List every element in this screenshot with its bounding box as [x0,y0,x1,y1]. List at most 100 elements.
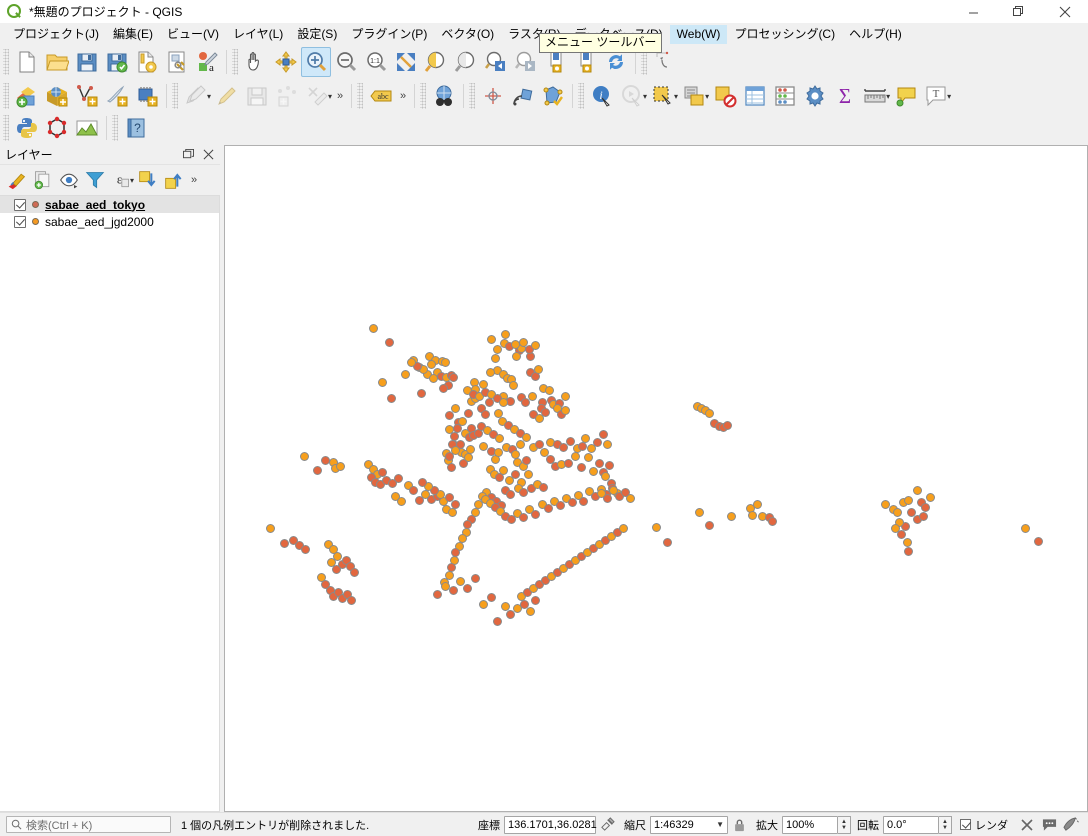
polygon-nodes-button[interactable] [42,113,72,143]
toolbar-grip[interactable] [578,83,585,109]
metasearch-button[interactable] [429,81,459,111]
add-delimited-text-button[interactable] [72,81,102,111]
chevron-down-icon[interactable]: ▾ [705,92,709,101]
style-manager-button[interactable]: a [192,47,222,77]
minimize-button[interactable] [950,0,996,24]
zoom-next-button[interactable] [511,47,541,77]
magnifier-input[interactable]: 100% [782,815,838,834]
geometry-check-button[interactable] [538,81,568,111]
map-canvas[interactable] [224,145,1088,812]
add-raster-layer-button[interactable] [42,81,72,111]
gps-information-button[interactable] [508,81,538,111]
toolbar-grip[interactable] [469,83,476,109]
deselect-features-button[interactable] [710,81,740,111]
toolbar-grip[interactable] [232,49,238,75]
pan-map-button[interactable] [241,47,271,77]
coordinate-input[interactable]: 136.1701,36.0281 [504,815,597,834]
menu-web[interactable]: Web(W) [669,24,728,44]
toolbar-grip[interactable] [3,83,9,109]
chevron-down-icon[interactable]: ▾ [130,176,134,185]
chevron-down-icon[interactable]: ▾ [947,92,951,101]
toolbar-grip[interactable] [112,115,118,141]
menu-layer[interactable]: レイヤ(L) [226,25,290,44]
layer-visibility-checkbox[interactable] [14,198,26,211]
layer-row[interactable]: sabae_aed_tokyo [0,196,219,213]
layout-manager-button[interactable] [162,47,192,77]
layer-visibility-checkbox[interactable] [14,215,26,228]
save-project-button[interactable] [72,47,102,77]
open-layer-styling-button[interactable] [4,167,30,193]
identify-features-button[interactable]: i [587,81,617,111]
new-project-button[interactable] [12,47,42,77]
processing-toolbox-button[interactable] [800,81,830,111]
menu-plugins[interactable]: プラグイン(P) [344,25,434,44]
stop-render-icon[interactable] [1016,815,1038,835]
map-tips-button[interactable] [891,81,921,111]
render-checkbox-box[interactable] [960,819,971,830]
add-virtual-layer-button[interactable] [102,81,132,111]
toolbar-grip[interactable] [420,83,427,109]
toggle-editing-button[interactable] [212,81,242,111]
render-checkbox[interactable]: レンダ [960,817,1008,833]
toolbar-overflow-button[interactable]: » [333,90,347,102]
vertex-tool-button[interactable] [272,81,302,111]
zoom-selection-button[interactable] [421,47,451,77]
add-group-button[interactable] [30,167,56,193]
digitizing-tools-button[interactable] [302,81,332,111]
menu-edit[interactable]: 編集(E) [106,25,160,44]
chevron-down-icon[interactable]: ▾ [886,92,890,101]
add-mesh-layer-button[interactable] [132,81,162,111]
zoom-native-button[interactable]: 1:1 [361,47,391,77]
profile-chart-button[interactable] [72,113,102,143]
add-vector-layer-button[interactable] [12,81,42,111]
crs-projection-icon[interactable] [1060,815,1082,835]
close-button[interactable] [1042,0,1088,24]
rotation-input[interactable]: 0.0° [883,815,939,834]
menu-processing[interactable]: プロセッシング(C) [727,25,842,44]
close-panel-button[interactable] [200,147,216,163]
chevron-down-icon[interactable]: ▾ [674,92,678,101]
save-layer-edits-button[interactable] [242,81,272,111]
chevron-down-icon[interactable]: ▼ [716,820,724,829]
magnifier-stepper[interactable]: ▲ ▼ [838,815,851,834]
label-toolbar-button[interactable]: abc [366,81,396,111]
menu-view[interactable]: ビュー(V) [160,25,226,44]
zoom-layer-button[interactable] [451,47,481,77]
scale-combo[interactable]: 1:46329 ▼ [650,815,728,834]
rotation-stepper[interactable]: ▲ ▼ [939,815,952,834]
statistical-summary-button[interactable]: Σ [830,81,860,111]
menu-settings[interactable]: 設定(S) [290,25,344,44]
toolbar-overflow-button[interactable]: » [396,90,410,102]
zoom-in-button[interactable] [301,47,331,77]
help-book-button[interactable]: ? [121,113,151,143]
chevron-double-right-icon[interactable]: » [187,174,201,186]
zoom-out-button[interactable] [331,47,361,77]
undock-panel-button[interactable] [180,147,196,163]
open-project-button[interactable] [42,47,72,77]
current-edits-button[interactable] [181,81,211,111]
open-attribute-table-button[interactable] [740,81,770,111]
snapping-crosshair-button[interactable] [478,81,508,111]
python-console-button[interactable] [12,113,42,143]
collapse-all-button[interactable] [161,167,187,193]
zoom-full-button[interactable] [391,47,421,77]
toolbar-grip[interactable] [172,83,178,109]
menu-vector[interactable]: ベクタ(O) [434,25,501,44]
field-calculator-button[interactable] [770,81,800,111]
toolbar-grip[interactable] [357,83,364,109]
run-feature-action-button[interactable] [617,81,647,111]
filter-legend-button[interactable] [82,167,108,193]
lock-icon[interactable] [728,815,750,835]
messages-bubble-icon[interactable] [1038,815,1060,835]
zoom-last-button[interactable] [481,47,511,77]
toolbar-grip[interactable] [3,49,9,75]
layer-row[interactable]: sabae_aed_jgd2000 [0,213,219,230]
save-project-as-button[interactable] [102,47,132,77]
pan-to-selection-button[interactable] [271,47,301,77]
menu-project[interactable]: プロジェクト(J) [6,25,106,44]
new-print-layout-button[interactable] [132,47,162,77]
locator-search-input[interactable]: 検索(Ctrl + K) [6,816,171,833]
toggle-extents-icon[interactable] [596,815,618,835]
layer-list[interactable]: sabae_aed_tokyo sabae_aed_jgd2000 [0,195,220,812]
expand-all-button[interactable] [135,167,161,193]
